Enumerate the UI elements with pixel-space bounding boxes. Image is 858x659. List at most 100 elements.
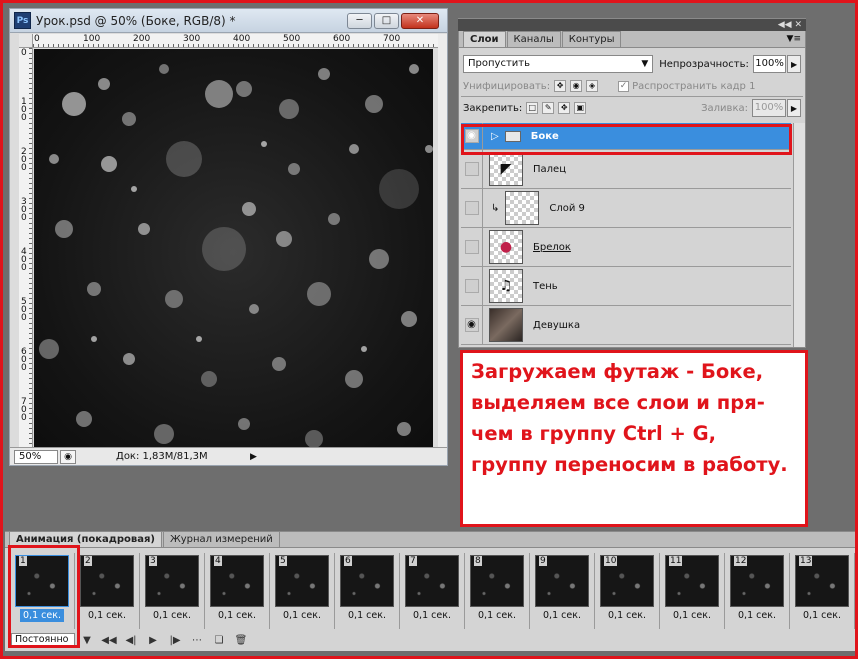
blend-mode-select[interactable]: Пропустить ▼	[463, 55, 654, 73]
tab-measurement-log[interactable]: Журнал измерений	[162, 531, 280, 547]
frame-delay[interactable]: 0,1 сек.	[85, 609, 129, 622]
layer-row[interactable]: ↳ Слой 9	[461, 189, 791, 228]
animation-frame[interactable]: 13 0,1 сек.	[790, 553, 855, 629]
animation-frame[interactable]: 8 0,1 сек.	[465, 553, 530, 629]
layer-thumbnail: ●	[489, 230, 523, 264]
frame-delay[interactable]: 0,1 сек.	[605, 609, 649, 622]
unify-visibility-icon[interactable]: ◉	[570, 80, 583, 92]
animation-frame[interactable]: 4 0,1 сек.	[205, 553, 270, 629]
frame-delay[interactable]: 0,1 сек.	[410, 609, 454, 622]
ruler-left-label: 0	[21, 48, 27, 58]
tab-paths[interactable]: Контуры	[561, 31, 622, 47]
fill-field[interactable]: 100%	[752, 99, 786, 117]
layer-row[interactable]: ◤ Палец	[461, 150, 791, 189]
status-menu-arrow-icon[interactable]: ▶	[250, 452, 257, 462]
bokeh-canvas[interactable]	[34, 49, 433, 456]
loop-dropdown-icon[interactable]: ▼	[77, 633, 97, 647]
frame-delay[interactable]: 0,1 сек.	[280, 609, 324, 622]
animation-frame[interactable]: 5 0,1 сек.	[270, 553, 335, 629]
panel-header-strip[interactable]: ◀◀ ✕	[458, 19, 806, 31]
propagate-checkbox[interactable]: ✓	[618, 80, 630, 92]
animation-frame[interactable]: 12 0,1 сек.	[725, 553, 790, 629]
layer-row-group[interactable]: ◉ ▷ Боке	[461, 123, 791, 150]
ruler-left[interactable]: 0 1 0 0 2 0 0 3 0 0 4 0 0 5 0 0 6 0 0 7 …	[19, 48, 33, 460]
tween-icon[interactable]: ⋯	[187, 633, 207, 647]
trash-icon[interactable]: 🗑	[231, 633, 251, 647]
close-button[interactable]: ✕	[401, 12, 439, 29]
unify-style-icon[interactable]: ◈	[586, 80, 599, 92]
status-options-icon[interactable]: ◉	[60, 449, 76, 464]
frame-number: 2	[84, 556, 92, 566]
layer-name: Палец	[533, 163, 566, 175]
loop-select[interactable]: Постоянно	[11, 633, 75, 647]
maximize-button[interactable]: □	[374, 12, 399, 29]
next-frame-icon[interactable]: |▶	[165, 633, 185, 647]
previous-frame-icon[interactable]: ◀|	[121, 633, 141, 647]
opacity-slider-arrow-icon[interactable]: ▶	[787, 55, 801, 73]
tab-animation[interactable]: Анимация (покадровая)	[9, 531, 162, 547]
animation-frame[interactable]: 11 0,1 сек.	[660, 553, 725, 629]
frame-thumbnail: 8	[470, 555, 524, 607]
frame-delay[interactable]: 0,1 сек.	[800, 609, 844, 622]
frame-delay[interactable]: 0,1 сек.	[20, 609, 64, 622]
eye-icon[interactable]: ◉	[464, 129, 479, 143]
ruler-left-label: 7 0 0	[21, 397, 27, 423]
unify-label: Унифицировать:	[463, 80, 551, 92]
vertical-scrollbar[interactable]	[438, 34, 447, 456]
visibility-toggle[interactable]	[464, 240, 479, 254]
frame-delay[interactable]: 0,1 сек.	[540, 609, 584, 622]
first-frame-icon[interactable]: ◀◀	[99, 633, 119, 647]
tab-layers[interactable]: Слои	[463, 31, 506, 47]
duplicate-frame-icon[interactable]: ❏	[209, 633, 229, 647]
visibility-toggle[interactable]	[464, 201, 479, 215]
lock-transparency-icon[interactable]: □	[526, 102, 539, 114]
fill-slider-arrow-icon[interactable]: ▶	[787, 99, 801, 117]
frame-delay[interactable]: 0,1 сек.	[735, 609, 779, 622]
frame-thumbnail: 10	[600, 555, 654, 607]
frame-delay[interactable]: 0,1 сек.	[215, 609, 259, 622]
frame-thumbnail: 7	[405, 555, 459, 607]
layers-list: ◉ ▷ Боке ◤ Палец ↳ Слой 9 ● Брелок ♫ Тен…	[461, 123, 791, 347]
ruler-top[interactable]: 0 100 200 300 400 500 600 700	[33, 34, 438, 48]
document-window: Ps Урок.psd @ 50% (Боке, RGB/8) * ─ □ ✕ …	[9, 8, 448, 466]
animation-frame[interactable]: 2 0,1 сек.	[75, 553, 140, 629]
document-title-bar[interactable]: Ps Урок.psd @ 50% (Боке, RGB/8) * ─ □ ✕	[10, 9, 447, 33]
visibility-toggle[interactable]	[464, 162, 479, 176]
opacity-field[interactable]: 100%	[752, 55, 787, 73]
layer-row[interactable]: ◉ Девушка	[461, 306, 791, 345]
zoom-level-field[interactable]: 50%	[14, 449, 58, 464]
frame-delay[interactable]: 0,1 сек.	[475, 609, 519, 622]
frame-delay[interactable]: 0,1 сек.	[345, 609, 389, 622]
lock-position-icon[interactable]: ✥	[558, 102, 571, 114]
unify-position-icon[interactable]: ✥	[554, 80, 567, 92]
animation-frame[interactable]: 1 0,1 сек.	[10, 553, 75, 629]
animation-panel: Анимация (покадровая) Журнал измерений 1…	[5, 531, 855, 651]
layers-scrollbar[interactable]	[793, 123, 805, 347]
frame-thumbnail: 13	[795, 555, 849, 607]
layer-thumbnail: ◤	[489, 152, 523, 186]
frame-number: 11	[669, 556, 683, 566]
layer-row[interactable]: ● Брелок	[461, 228, 791, 267]
ruler-top-label: 400	[233, 34, 251, 44]
tab-channels[interactable]: Каналы	[506, 31, 561, 47]
visibility-toggle[interactable]	[464, 279, 479, 293]
frame-delay[interactable]: 0,1 сек.	[670, 609, 714, 622]
frame-number: 8	[474, 556, 482, 566]
layer-row[interactable]: ♫ Тень	[461, 267, 791, 306]
animation-frame[interactable]: 9 0,1 сек.	[530, 553, 595, 629]
animation-frame[interactable]: 6 0,1 сек.	[335, 553, 400, 629]
lock-pixels-icon[interactable]: ✎	[542, 102, 555, 114]
animation-frame[interactable]: 7 0,1 сек.	[400, 553, 465, 629]
expand-triangle-icon[interactable]: ▷	[491, 131, 499, 142]
animation-frame[interactable]: 10 0,1 сек.	[595, 553, 660, 629]
animation-frame[interactable]: 3 0,1 сек.	[140, 553, 205, 629]
minimize-button[interactable]: ─	[347, 12, 372, 29]
layer-thumbnail: ♫	[489, 269, 523, 303]
lock-all-icon[interactable]: ▣	[574, 102, 587, 114]
play-icon[interactable]: ▶	[143, 633, 163, 647]
document-title: Урок.psd @ 50% (Боке, RGB/8) *	[36, 13, 236, 28]
frame-delay[interactable]: 0,1 сек.	[150, 609, 194, 622]
eye-icon[interactable]: ◉	[464, 318, 479, 332]
panel-menu-icon[interactable]: ▼≡	[787, 34, 801, 44]
ruler-corner[interactable]	[19, 34, 33, 48]
